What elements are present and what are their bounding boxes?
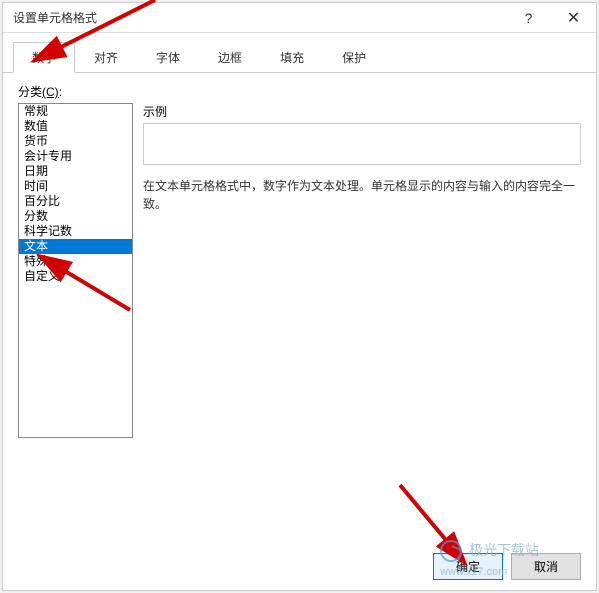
list-item-text[interactable]: 文本 [19, 239, 132, 254]
close-button[interactable]: ✕ [551, 3, 596, 32]
tab-label: 填充 [280, 51, 304, 65]
category-listbox[interactable]: 常规 数值 货币 会计专用 日期 时间 百分比 分数 科学记数 文本 特殊 自定… [18, 103, 133, 438]
example-label: 示例 [143, 103, 581, 120]
format-cells-dialog: 设置单元格格式 ? ✕ 数字 对齐 字体 边框 填充 保护 [2, 2, 597, 591]
tab-content: 分类(C): 常规 数值 货币 会计专用 日期 时间 百分比 分数 科学记数 文… [3, 73, 596, 550]
tab-alignment[interactable]: 对齐 [75, 42, 137, 73]
list-item[interactable]: 百分比 [19, 194, 132, 209]
list-item[interactable]: 特殊 [19, 254, 132, 269]
tab-label: 边框 [218, 51, 242, 65]
titlebar-buttons: ? ✕ [506, 3, 596, 32]
list-item[interactable]: 常规 [19, 104, 132, 119]
list-item[interactable]: 数值 [19, 119, 132, 134]
ok-button[interactable]: 确定 [433, 553, 503, 580]
tab-label: 对齐 [94, 51, 118, 65]
button-label: 确定 [456, 560, 480, 574]
right-panel: 示例 在文本单元格格式中，数字作为文本处理。单元格显示的内容与输入的内容完全一致… [143, 103, 581, 540]
list-item[interactable]: 自定义 [19, 269, 132, 284]
dialog-footer: 确定 取消 [433, 553, 581, 580]
tab-font[interactable]: 字体 [137, 42, 199, 73]
example-box [143, 123, 581, 165]
list-item[interactable]: 时间 [19, 179, 132, 194]
tab-label: 字体 [156, 51, 180, 65]
button-label: 取消 [534, 560, 558, 574]
category-label: 分类(C): [18, 83, 581, 100]
list-item[interactable]: 分数 [19, 209, 132, 224]
cancel-button[interactable]: 取消 [511, 553, 581, 580]
tab-fill[interactable]: 填充 [261, 42, 323, 73]
tab-number[interactable]: 数字 [13, 42, 75, 73]
help-button[interactable]: ? [506, 3, 551, 32]
titlebar: 设置单元格格式 ? ✕ [3, 3, 596, 33]
list-item[interactable]: 会计专用 [19, 149, 132, 164]
tab-label: 数字 [32, 51, 56, 65]
close-icon: ✕ [567, 8, 580, 28]
tab-label: 保护 [342, 51, 366, 65]
main-area: 常规 数值 货币 会计专用 日期 时间 百分比 分数 科学记数 文本 特殊 自定… [18, 103, 581, 540]
list-item[interactable]: 日期 [19, 164, 132, 179]
dialog-title: 设置单元格格式 [13, 9, 506, 26]
tab-bar: 数字 对齐 字体 边框 填充 保护 [3, 33, 596, 73]
list-item[interactable]: 货币 [19, 134, 132, 149]
tab-protection[interactable]: 保护 [323, 42, 385, 73]
help-icon: ? [525, 10, 533, 26]
tab-border[interactable]: 边框 [199, 42, 261, 73]
format-description: 在文本单元格格式中，数字作为文本处理。单元格显示的内容与输入的内容完全一致。 [143, 177, 581, 213]
list-item[interactable]: 科学记数 [19, 224, 132, 239]
